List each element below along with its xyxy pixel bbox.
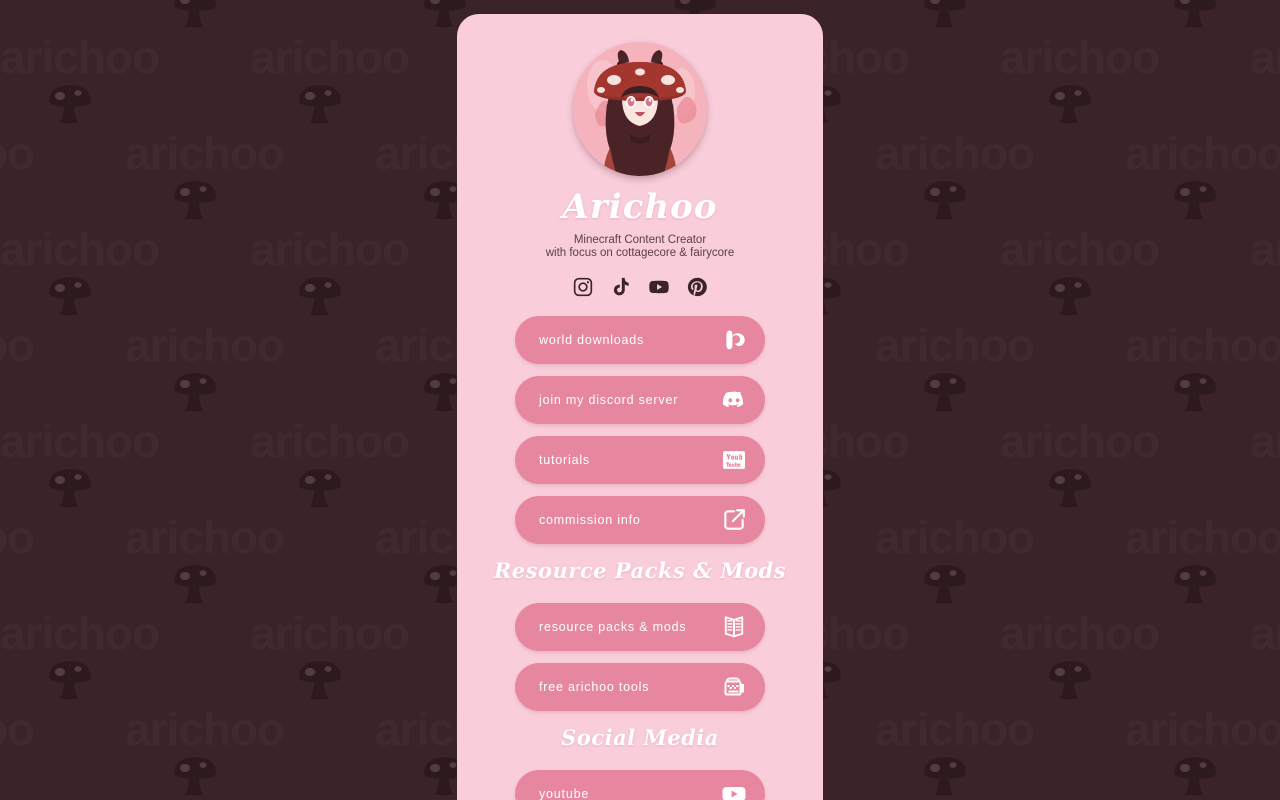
background-mushroom-icon xyxy=(47,660,93,700)
background-watermark-text: arichoo xyxy=(875,318,1034,372)
social-icon-row xyxy=(457,276,823,298)
background-mushroom-icon xyxy=(922,756,968,796)
background-watermark-text: arichoo xyxy=(0,414,159,468)
background-mushroom-icon xyxy=(1172,756,1218,796)
discord-icon xyxy=(721,387,747,413)
background-watermark-text: arichoo xyxy=(0,126,34,180)
background-mushroom-icon xyxy=(1047,468,1093,508)
pixel-tools-icon xyxy=(721,674,747,700)
tagline-line-2: with focus on cottagecore & fairycore xyxy=(545,246,735,259)
link-label: commission info xyxy=(539,513,641,527)
link-in-bio-card: Arichoo Minecraft Content Creator with f… xyxy=(457,14,823,800)
link-section-social-media: youtube xyxy=(457,770,823,800)
background-mushroom-icon xyxy=(1047,660,1093,700)
background-watermark-text: arichoo xyxy=(1125,510,1280,564)
background-watermark-text: arichoo xyxy=(875,702,1034,756)
background-mushroom-icon xyxy=(922,372,968,412)
background-mushroom-icon xyxy=(1172,372,1218,412)
background-watermark-text: arichoo xyxy=(0,510,34,564)
background-watermark-text: arichoo xyxy=(250,414,409,468)
profile-tagline: Minecraft Content Creator with focus on … xyxy=(457,234,823,259)
background-mushroom-icon xyxy=(297,84,343,124)
background-watermark-text: arichoo xyxy=(125,702,284,756)
link-resource-packs-mods[interactable]: resource packs & mods xyxy=(515,603,765,651)
background-watermark-text: arichoo xyxy=(875,126,1034,180)
youtube-icon[interactable] xyxy=(648,276,670,298)
background-watermark-text: arichoo xyxy=(125,318,284,372)
link-label: world downloads xyxy=(539,333,645,347)
link-label: join my discord server xyxy=(539,393,679,407)
background-watermark-text: arichoo xyxy=(0,30,159,84)
background-mushroom-icon xyxy=(172,0,218,28)
background-watermark-text: arichoo xyxy=(0,318,34,372)
external-link-icon xyxy=(721,507,747,533)
link-label: tutorials xyxy=(539,453,590,467)
pinterest-icon[interactable] xyxy=(686,276,708,298)
background-watermark-text: arichoo xyxy=(250,222,409,276)
background-watermark-text: arichoo xyxy=(1250,414,1280,468)
background-mushroom-icon xyxy=(1172,564,1218,604)
background-watermark-text: arichoo xyxy=(0,222,159,276)
background-mushroom-icon xyxy=(922,564,968,604)
background-mushroom-icon xyxy=(172,372,218,412)
background-watermark-text: arichoo xyxy=(1000,30,1159,84)
background-mushroom-icon xyxy=(47,468,93,508)
link-free-arichoo-tools[interactable]: free arichoo tools xyxy=(515,663,765,711)
background-watermark-text: arichoo xyxy=(250,30,409,84)
youtube-play-icon xyxy=(721,781,747,800)
background-mushroom-icon xyxy=(172,180,218,220)
background-watermark-text: arichoo xyxy=(250,606,409,660)
tiktok-icon[interactable] xyxy=(610,276,632,298)
background-watermark-text: arichoo xyxy=(125,510,284,564)
background-mushroom-icon xyxy=(297,660,343,700)
background-mushroom-icon xyxy=(297,468,343,508)
section-heading-resource-packs: Resource Packs & Mods xyxy=(493,558,787,583)
background-mushroom-icon xyxy=(172,756,218,796)
background-watermark-text: arichoo xyxy=(0,702,34,756)
background-mushroom-icon xyxy=(1172,0,1218,28)
background-watermark-text: arichoo xyxy=(1125,702,1280,756)
background-watermark-text: arichoo xyxy=(1000,606,1159,660)
link-world-downloads[interactable]: world downloads xyxy=(515,316,765,364)
background-mushroom-icon xyxy=(1172,180,1218,220)
background-mushroom-icon xyxy=(297,276,343,316)
link-section-main: world downloads join my discord server t… xyxy=(457,316,823,544)
background-mushroom-icon xyxy=(922,0,968,28)
section-heading-social-media: Social Media xyxy=(561,725,719,750)
patreon-icon xyxy=(721,327,747,353)
background-watermark-text: arichoo xyxy=(1000,222,1159,276)
link-section-resource-packs: resource packs & mods free arichoo tools xyxy=(457,603,823,711)
background-mushroom-icon xyxy=(47,276,93,316)
background-watermark-text: arichoo xyxy=(125,126,284,180)
link-label: free arichoo tools xyxy=(539,680,650,694)
background-mushroom-icon xyxy=(1047,276,1093,316)
background-watermark-text: arichoo xyxy=(1000,414,1159,468)
background-watermark-text: arichoo xyxy=(1250,606,1280,660)
tagline-line-1: Minecraft Content Creator xyxy=(573,234,707,246)
link-tutorials[interactable]: tutorials xyxy=(515,436,765,484)
avatar xyxy=(573,42,707,176)
avatar-image xyxy=(573,42,707,176)
instagram-icon[interactable] xyxy=(572,276,594,298)
background-watermark-text: arichoo xyxy=(1125,126,1280,180)
background-watermark-text: arichoo xyxy=(0,606,159,660)
link-youtube[interactable]: youtube xyxy=(515,770,765,800)
link-commission-info[interactable]: commission info xyxy=(515,496,765,544)
background-mushroom-icon xyxy=(1047,84,1093,124)
background-mushroom-icon xyxy=(922,180,968,220)
background-watermark-text: arichoo xyxy=(1250,30,1280,84)
open-book-icon xyxy=(721,614,747,640)
link-label: resource packs & mods xyxy=(539,620,687,634)
link-label: youtube xyxy=(539,787,590,800)
background-mushroom-icon xyxy=(172,564,218,604)
background-watermark-text: arichoo xyxy=(875,510,1034,564)
link-discord-server[interactable]: join my discord server xyxy=(515,376,765,424)
page-title: Arichoo xyxy=(562,187,718,227)
background-watermark-text: arichoo xyxy=(1125,318,1280,372)
background-watermark-text: arichoo xyxy=(1250,222,1280,276)
youtube-classic-icon xyxy=(721,447,747,473)
background-mushroom-icon xyxy=(47,84,93,124)
